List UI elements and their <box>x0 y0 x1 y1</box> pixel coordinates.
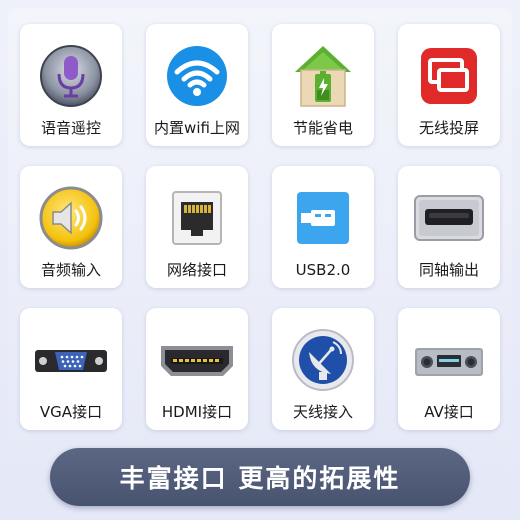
vga-port-icon <box>31 322 111 398</box>
feature-card-hdmi: HDMI接口 <box>146 308 248 430</box>
slogan-banner: 丰富接口 更高的拓展性 <box>50 448 470 506</box>
feature-card-energy-saving: 节能省电 <box>272 24 374 146</box>
feature-label: VGA接口 <box>39 403 103 421</box>
feature-card-screen-cast: 无线投屏 <box>398 24 500 146</box>
feature-card-av: AV接口 <box>398 308 500 430</box>
screen-cast-icon <box>409 38 489 114</box>
feature-label: HDMI接口 <box>161 403 233 421</box>
feature-label: 天线接入 <box>292 403 353 421</box>
feature-card-antenna: 天线接入 <box>272 308 374 430</box>
feature-card-wifi: 内置wifi上网 <box>146 24 248 146</box>
ethernet-port-icon <box>157 180 237 256</box>
microphone-icon <box>31 38 111 114</box>
wifi-icon <box>157 38 237 114</box>
usb-icon <box>283 180 363 256</box>
feature-label: 节能省电 <box>292 119 353 137</box>
feature-label: 网络接口 <box>166 261 227 279</box>
hdmi-port-icon <box>157 322 237 398</box>
eco-battery-house-icon <box>283 38 363 114</box>
banner-text: 丰富接口 更高的拓展性 <box>119 464 401 493</box>
feature-label: USB2.0 <box>295 261 351 279</box>
satellite-antenna-icon <box>283 322 363 398</box>
feature-label: 内置wifi上网 <box>154 119 240 137</box>
feature-label: 同轴输出 <box>418 261 479 279</box>
feature-label: 语音遥控 <box>40 119 101 137</box>
feature-card-voice-remote: 语音遥控 <box>20 24 122 146</box>
coaxial-port-icon <box>409 180 489 256</box>
feature-card-coaxial-output: 同轴输出 <box>398 166 500 288</box>
feature-label: 无线投屏 <box>418 119 479 137</box>
speaker-icon <box>31 180 111 256</box>
feature-label: AV接口 <box>424 403 474 421</box>
feature-card-usb: USB2.0 <box>272 166 374 288</box>
av-receiver-icon <box>409 322 489 398</box>
feature-card-vga: VGA接口 <box>20 308 122 430</box>
feature-card-audio-input: 音频输入 <box>20 166 122 288</box>
feature-label: 音频输入 <box>40 261 101 279</box>
feature-card-network-port: 网络接口 <box>146 166 248 288</box>
